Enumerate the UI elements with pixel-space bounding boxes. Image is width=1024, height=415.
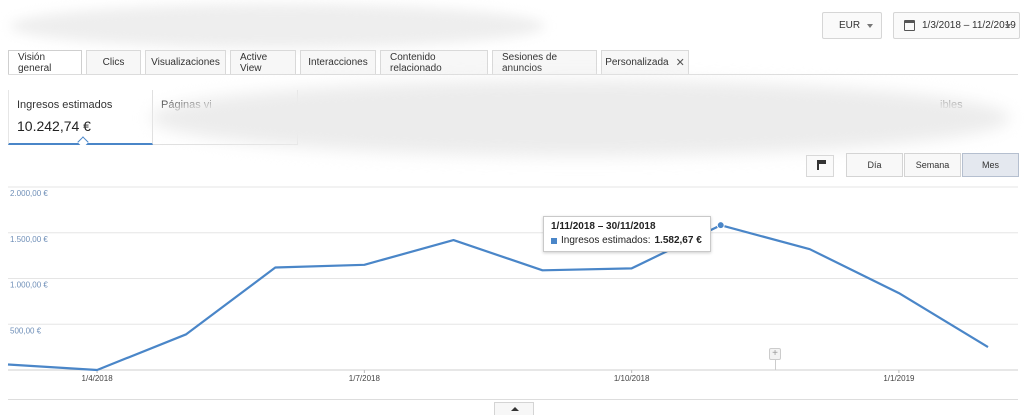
- report-tabs: Visión general Clics Visualizaciones Act…: [8, 50, 693, 74]
- selected-pointer: [77, 136, 89, 148]
- x-tick-label: 1/1/2019: [883, 374, 915, 383]
- date-range-value: 1/3/2018 – 11/2/2019: [922, 20, 1016, 31]
- tooltip-value: 1.582,67 €: [654, 235, 702, 246]
- tab-visualizaciones[interactable]: Visualizaciones: [145, 50, 226, 74]
- granularity-mes[interactable]: Mes: [962, 153, 1019, 177]
- chevron-down-icon: [867, 24, 873, 28]
- tab-label: Active View: [240, 51, 268, 74]
- tooltip-label: Ingresos estimados:: [561, 235, 651, 246]
- bottom-divider: [8, 399, 1018, 400]
- tooltip-date: 1/11/2018 – 30/11/2018: [551, 221, 656, 232]
- tab-label: Interacciones: [308, 57, 368, 68]
- chart-tooltip: 1/11/2018 – 30/11/2018 Ingresos estimado…: [543, 216, 711, 252]
- tab-sesiones-de-anuncios[interactable]: Sesiones de anuncios: [492, 50, 597, 74]
- tab-label: Visualizaciones: [151, 57, 220, 68]
- currency-select[interactable]: EUR: [822, 12, 882, 39]
- y-tick-label: 1.500,00 €: [10, 235, 48, 244]
- x-tick-label: 1/10/2018: [614, 374, 650, 383]
- granularity-label: Día: [867, 160, 882, 170]
- granularity-dia[interactable]: Día: [846, 153, 903, 177]
- revenue-line-chart: 2.000,00 € 1.500,00 € 1.000,00 € 500,00 € 1/…: [7, 186, 1018, 383]
- tab-label: Sesiones de anuncios: [502, 51, 558, 74]
- tab-label: Personalizada: [605, 57, 669, 68]
- series-swatch: [551, 237, 557, 244]
- chevron-down-icon: [1005, 24, 1011, 28]
- tab-personalizada[interactable]: Personalizada ✕: [601, 50, 689, 74]
- granularity-label: Semana: [915, 160, 950, 170]
- calendar-icon: [904, 20, 915, 31]
- close-icon[interactable]: ✕: [676, 56, 685, 69]
- add-annotation-icon[interactable]: +: [769, 348, 781, 360]
- y-tick-label: 2.000,00 €: [10, 189, 48, 198]
- highlighted-data-point: [716, 221, 725, 230]
- analytics-report: EUR 1/3/2018 – 11/2/2019 Visión general …: [0, 0, 1024, 415]
- y-tick-label: 500,00 €: [10, 326, 42, 335]
- x-tick-label: 1/7/2018: [349, 374, 381, 383]
- collapse-chart-button[interactable]: [494, 402, 534, 415]
- tab-clics[interactable]: Clics: [86, 50, 141, 74]
- blurred-metrics: [150, 80, 1010, 156]
- tab-label: Clics: [102, 57, 125, 68]
- granularity-semana[interactable]: Semana: [904, 153, 961, 177]
- annotation-stem: [775, 360, 776, 370]
- flag-icon: [817, 160, 826, 170]
- tab-label: Visión general: [18, 51, 52, 74]
- x-tick-label: 1/4/2018: [82, 374, 114, 383]
- tab-vision-general[interactable]: Visión general: [8, 50, 82, 74]
- currency-value: EUR: [839, 20, 861, 31]
- tab-contenido-relacionado[interactable]: Contenido relacionado: [380, 50, 488, 74]
- metric-value: 10.242,74 €: [17, 118, 91, 134]
- metric-label: Ingresos estimados: [17, 99, 113, 111]
- annotation-flag-button[interactable]: [806, 155, 834, 177]
- tab-label: Contenido relacionado: [390, 51, 442, 74]
- granularity-label: Mes: [981, 160, 999, 170]
- tab-active-view[interactable]: Active View: [230, 50, 296, 74]
- series-line-ingresos: [7, 224, 989, 372]
- y-tick-label: 1.000,00 €: [10, 281, 48, 290]
- metric-card-ingresos[interactable]: Ingresos estimados 10.242,74 €: [8, 90, 153, 148]
- tooltip-line: Ingresos estimados: 1.582,67 €: [551, 235, 703, 246]
- blurred-report-title: [10, 4, 545, 48]
- tabs-divider: [8, 74, 1018, 75]
- date-range-picker[interactable]: 1/3/2018 – 11/2/2019: [893, 12, 1020, 39]
- tab-interacciones[interactable]: Interacciones: [300, 50, 376, 74]
